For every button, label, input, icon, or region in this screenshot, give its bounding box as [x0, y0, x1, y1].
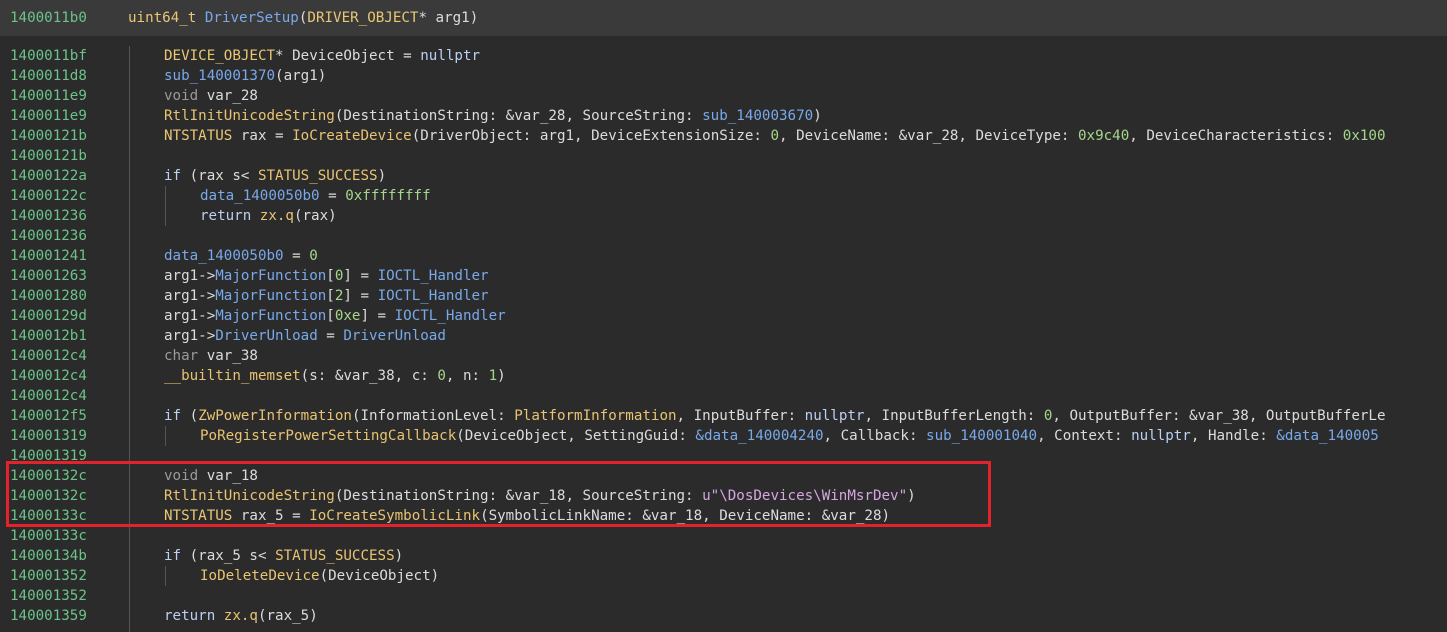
line-text: return zx.q(rax_5) — [164, 608, 318, 624]
code-line[interactable]: 140001236 return zx.q(rax) — [0, 206, 1447, 226]
line-address[interactable]: 14000133c — [10, 526, 87, 546]
code-line[interactable]: 14000129d arg1->MajorFunction[0xe] = IOCT… — [0, 306, 1447, 326]
code-line[interactable]: 14000121b — [0, 146, 1447, 166]
line-address[interactable]: 14000121b — [10, 146, 87, 166]
line-address[interactable]: 14000122a — [10, 166, 87, 186]
line-address[interactable]: 140001241 — [10, 246, 87, 266]
line-text: arg1->MajorFunction[2] = IOCTL_Handler — [164, 288, 489, 304]
line-address[interactable]: 140001352 — [10, 566, 87, 586]
line-text: RtlInitUnicodeString(DestinationString: … — [164, 108, 822, 124]
code-line[interactable]: 1400011bf DEVICE_OBJECT* DeviceObject = n… — [0, 46, 1447, 66]
line-text: arg1->MajorFunction[0xe] = IOCTL_Handler — [164, 308, 506, 324]
header-param-rest: * arg1) — [418, 10, 479, 26]
code-line[interactable]: 140001319 PoRegisterPowerSettingCallback(… — [0, 426, 1447, 446]
code-line[interactable]: 140001359 return zx.q(rax_5) — [0, 606, 1447, 626]
line-text: NTSTATUS rax = IoCreateDevice(DriverObje… — [164, 128, 1386, 144]
line-address[interactable]: 140001352 — [10, 586, 87, 606]
code-line[interactable]: 140001236 — [0, 226, 1447, 246]
line-text: data_1400050b0 = 0xffffffff — [200, 188, 431, 204]
code-line[interactable]: 14000134b if (rax_5 s< STATUS_SUCCESS) — [0, 546, 1447, 566]
line-address[interactable]: 1400012b1 — [10, 326, 87, 346]
line-address[interactable]: 140001319 — [10, 426, 87, 446]
code-line[interactable]: 140001352 — [0, 586, 1447, 606]
line-address[interactable]: 14000129d — [10, 306, 87, 326]
highlight-annotation-box — [6, 461, 991, 527]
header-function-name[interactable]: DriverSetup — [205, 10, 299, 26]
line-address[interactable]: 1400012c4 — [10, 346, 87, 366]
line-text: if (ZwPowerInformation(InformationLevel:… — [164, 408, 1386, 424]
code-line[interactable]: 1400011e9 RtlInitUnicodeString(Destinatio… — [0, 106, 1447, 126]
code-line[interactable]: 1400012c4 __builtin_memset(s: &var_38, c:… — [0, 366, 1447, 386]
line-address[interactable]: 14000122c — [10, 186, 87, 206]
line-text: data_1400050b0 = 0 — [164, 248, 318, 264]
code-line[interactable]: 14000133c — [0, 526, 1447, 546]
line-address[interactable]: 140001263 — [10, 266, 87, 286]
line-address[interactable]: 140001236 — [10, 226, 87, 246]
line-text: sub_140001370(arg1) — [164, 68, 327, 84]
line-address[interactable]: 1400011e9 — [10, 106, 87, 126]
line-address[interactable]: 1400011bf — [10, 46, 87, 66]
line-address[interactable]: 1400011e9 — [10, 86, 87, 106]
line-address[interactable]: 140001236 — [10, 206, 87, 226]
line-address[interactable]: 1400012f5 — [10, 406, 87, 426]
code-line[interactable]: 14000121b NTSTATUS rax = IoCreateDevice(D… — [0, 126, 1447, 146]
code-line[interactable]: 140001263 arg1->MajorFunction[0] = IOCTL_… — [0, 266, 1447, 286]
line-text: void var_28 — [164, 88, 258, 104]
code-line[interactable]: 1400012c4 char var_38 — [0, 346, 1447, 366]
function-header: 1400011b0 uint64_t DriverSetup(DRIVER_OBJ… — [0, 0, 1447, 36]
code-line[interactable]: 14000122a if (rax s< STATUS_SUCCESS) — [0, 166, 1447, 186]
line-text: arg1->MajorFunction[0] = IOCTL_Handler — [164, 268, 489, 284]
line-text: return zx.q(rax) — [200, 208, 337, 224]
code-line[interactable]: 14000122c data_1400050b0 = 0xffffffff — [0, 186, 1447, 206]
code-line[interactable]: 1400011d8 sub_140001370(arg1) — [0, 66, 1447, 86]
line-address[interactable]: 1400012c4 — [10, 366, 87, 386]
code-line[interactable]: 140001280 arg1->MajorFunction[2] = IOCTL_… — [0, 286, 1447, 306]
line-text: char var_38 — [164, 348, 258, 364]
line-address[interactable]: 1400012c4 — [10, 386, 87, 406]
line-text: IoDeleteDevice(DeviceObject) — [200, 568, 440, 584]
header-param-type: DRIVER_OBJECT — [307, 10, 419, 26]
header-address[interactable]: 1400011b0 — [0, 10, 128, 26]
line-text: if (rax_5 s< STATUS_SUCCESS) — [164, 548, 404, 564]
code-line[interactable]: 1400012b1 arg1->DriverUnload = DriverUnlo… — [0, 326, 1447, 346]
code-view[interactable]: 1400011bf DEVICE_OBJECT* DeviceObject = n… — [0, 46, 1447, 632]
line-address[interactable]: 14000134b — [10, 546, 87, 566]
code-line[interactable]: 1400011e9 void var_28 — [0, 86, 1447, 106]
line-text: arg1->DriverUnload = DriverUnload — [164, 328, 446, 344]
code-line[interactable]: 1400012f5 if (ZwPowerInformation(Informat… — [0, 406, 1447, 426]
code-line[interactable]: 140001352 IoDeleteDevice(DeviceObject) — [0, 566, 1447, 586]
line-text: if (rax s< STATUS_SUCCESS) — [164, 168, 387, 184]
code-line[interactable]: 1400012c4 — [0, 386, 1447, 406]
line-text: PoRegisterPowerSettingCallback(DeviceObj… — [200, 428, 1379, 444]
line-address[interactable]: 1400011d8 — [10, 66, 87, 86]
line-text: DEVICE_OBJECT* DeviceObject = nullptr — [164, 48, 481, 64]
line-address[interactable]: 140001359 — [10, 606, 87, 626]
line-text: __builtin_memset(s: &var_38, c: 0, n: 1) — [164, 368, 506, 384]
code-line[interactable]: 140001241 data_1400050b0 = 0 — [0, 246, 1447, 266]
header-return-type: uint64_t — [128, 10, 197, 26]
line-address[interactable]: 14000121b — [10, 126, 87, 146]
line-address[interactable]: 140001280 — [10, 286, 87, 306]
